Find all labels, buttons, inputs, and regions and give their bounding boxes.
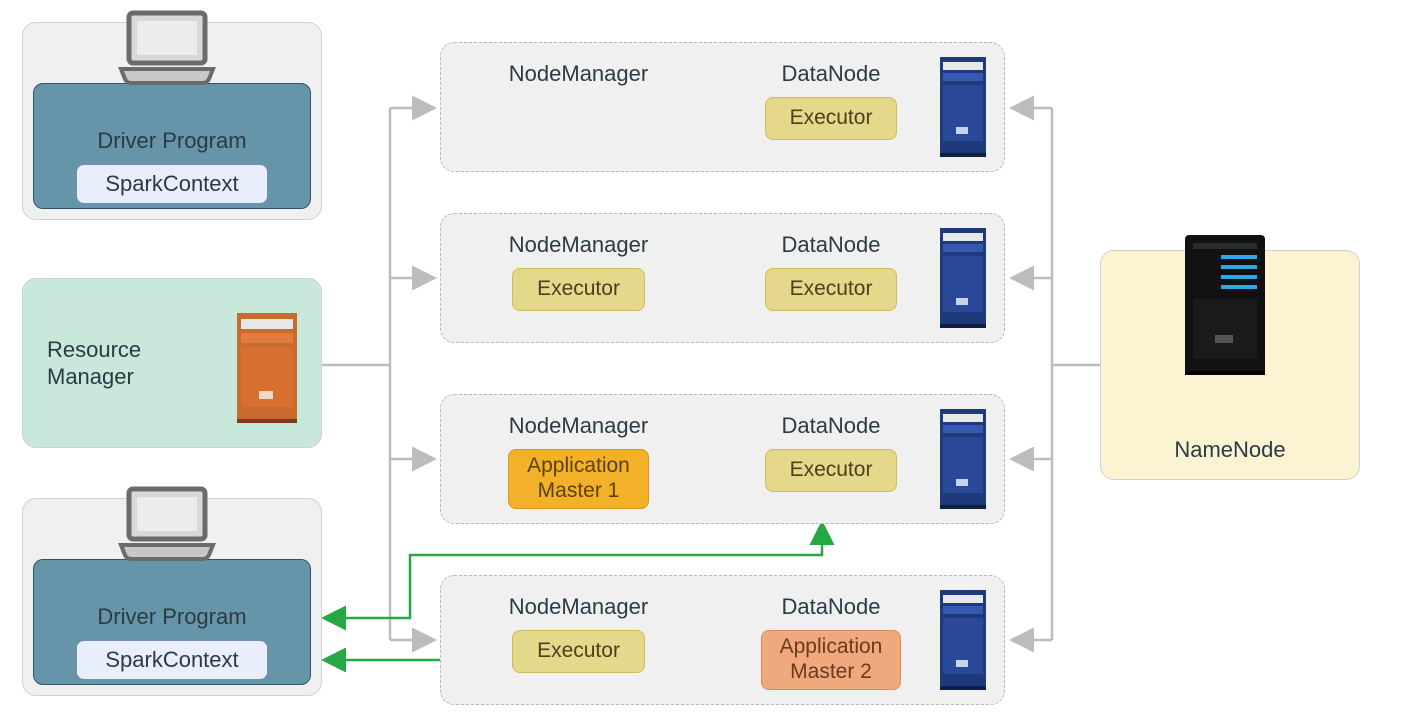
spark-context-2: SparkContext <box>76 640 267 680</box>
spark-context-1: SparkContext <box>76 164 267 204</box>
data-node: DataNode Executor <box>716 413 946 509</box>
worker-node-2: NodeManager Executor DataNode Executor <box>440 213 1005 343</box>
data-node: DataNode Executor <box>716 232 946 311</box>
driver-program-2: Driver Program SparkContext <box>22 498 322 696</box>
namenode: NameNode <box>1100 250 1360 480</box>
driver-inner-1: Driver Program SparkContext <box>33 83 311 209</box>
resource-manager: Resource Manager <box>22 278 322 448</box>
data-node-title: DataNode <box>781 61 880 87</box>
driver-program-1: Driver Program SparkContext <box>22 22 322 220</box>
data-node: DataNode ApplicationMaster 2 <box>716 594 946 690</box>
resource-manager-label: Resource Manager <box>47 336 141 391</box>
application-master-2-box: ApplicationMaster 2 <box>761 630 902 690</box>
node-manager: NodeManager Executor <box>441 594 716 690</box>
executor-box: Executor <box>512 630 645 673</box>
server-blue-icon <box>940 57 990 165</box>
namenode-label: NameNode <box>1174 437 1285 463</box>
server-orange-icon <box>237 313 303 433</box>
executor-box: Executor <box>765 449 898 492</box>
node-manager-title: NodeManager <box>509 413 648 439</box>
executor-box: Executor <box>765 268 898 311</box>
executor-box: Executor <box>765 97 898 140</box>
node-manager: NodeManager <box>441 61 716 140</box>
data-node-title: DataNode <box>781 413 880 439</box>
data-node-title: DataNode <box>781 232 880 258</box>
laptop-icon <box>117 485 227 571</box>
server-blue-icon <box>940 228 990 336</box>
node-manager-title: NodeManager <box>509 61 648 87</box>
worker-node-1: NodeManager DataNode Executor <box>440 42 1005 172</box>
server-blue-icon <box>940 590 990 698</box>
node-manager: NodeManager ApplicationMaster 1 <box>441 413 716 509</box>
driver-inner-2: Driver Program SparkContext <box>33 559 311 685</box>
worker-node-3: NodeManager ApplicationMaster 1 DataNode Ex… <box>440 394 1005 524</box>
node-manager-title: NodeManager <box>509 232 648 258</box>
driver-title-2: Driver Program <box>97 604 246 630</box>
worker-node-4: NodeManager Executor DataNode ApplicationMa… <box>440 575 1005 705</box>
laptop-icon <box>117 9 227 95</box>
server-black-icon <box>1185 235 1275 385</box>
node-manager-title: NodeManager <box>509 594 648 620</box>
driver-title-1: Driver Program <box>97 128 246 154</box>
executor-box: Executor <box>512 268 645 311</box>
server-blue-icon <box>940 409 990 517</box>
node-manager: NodeManager Executor <box>441 232 716 311</box>
data-node-title: DataNode <box>781 594 880 620</box>
application-master-1-box: ApplicationMaster 1 <box>508 449 649 509</box>
data-node: DataNode Executor <box>716 61 946 140</box>
